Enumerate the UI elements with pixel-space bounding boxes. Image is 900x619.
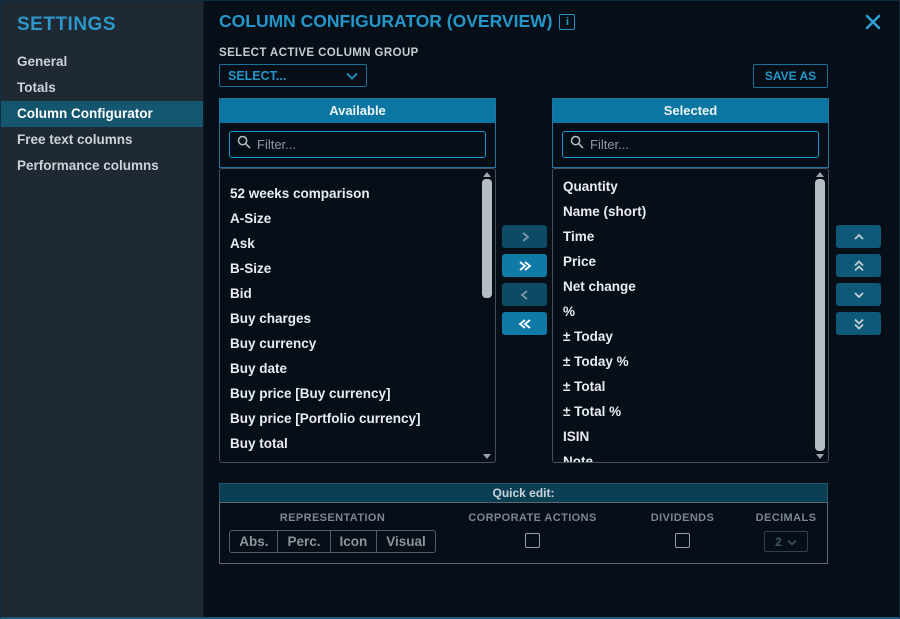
sidebar-item-performance-columns[interactable]: Performance columns bbox=[1, 153, 203, 179]
representation-label: REPRESENTATION bbox=[280, 512, 385, 524]
decimals-label: DECIMALS bbox=[756, 512, 817, 524]
list-item[interactable]: ± Today % bbox=[553, 349, 828, 374]
sidebar-item-totals[interactable]: Totals bbox=[1, 75, 203, 101]
available-panel-title: Available bbox=[220, 99, 495, 123]
move-down-button[interactable] bbox=[836, 283, 881, 306]
dividends-checkbox[interactable] bbox=[675, 533, 690, 548]
selected-filter-input[interactable] bbox=[590, 137, 811, 152]
reorder-buttons bbox=[836, 225, 881, 335]
chevron-down-icon bbox=[787, 535, 797, 549]
save-as-button[interactable]: SAVE AS bbox=[753, 64, 828, 88]
scroll-up-icon[interactable] bbox=[816, 172, 824, 177]
available-panel: Available 52 weeks comparison A-Size Ask… bbox=[219, 98, 496, 463]
corporate-actions-label: CORPORATE ACTIONS bbox=[468, 512, 596, 524]
corporate-actions-checkbox[interactable] bbox=[525, 533, 540, 548]
transfer-buttons bbox=[502, 225, 547, 335]
list-item[interactable]: Name (short) bbox=[553, 199, 828, 224]
quick-edit-title: Quick edit: bbox=[219, 483, 828, 502]
decimals-dropdown-value: 2 bbox=[775, 535, 782, 549]
move-right-button[interactable] bbox=[502, 225, 547, 248]
column-group-dropdown[interactable]: SELECT... bbox=[219, 64, 367, 87]
close-icon[interactable] bbox=[865, 14, 881, 30]
list-item[interactable]: Time bbox=[553, 224, 828, 249]
list-item[interactable]: ISIN bbox=[553, 424, 828, 449]
move-left-button[interactable] bbox=[502, 283, 547, 306]
list-item[interactable]: Buy currency bbox=[220, 331, 495, 356]
active-column-group-label: SELECT ACTIVE COLUMN GROUP bbox=[219, 47, 419, 59]
scrollbar-thumb[interactable] bbox=[815, 179, 825, 451]
info-icon[interactable]: i bbox=[559, 14, 575, 30]
list-item[interactable]: Buy date bbox=[220, 356, 495, 381]
representation-perc-button[interactable]: Perc. bbox=[277, 531, 329, 552]
scroll-down-icon[interactable] bbox=[816, 454, 824, 459]
list-item[interactable]: A-Size bbox=[220, 206, 495, 231]
move-up-button[interactable] bbox=[836, 225, 881, 248]
list-item[interactable]: Buy charges bbox=[220, 306, 495, 331]
list-item[interactable]: Ccy / Unit bbox=[220, 456, 495, 463]
list-item[interactable]: Ask bbox=[220, 231, 495, 256]
chevron-down-icon bbox=[346, 69, 358, 83]
list-item[interactable]: 52 weeks comparison bbox=[220, 181, 495, 206]
settings-sidebar: SETTINGS General Totals Column Configura… bbox=[1, 1, 203, 617]
list-item[interactable]: ± Today bbox=[553, 324, 828, 349]
selected-panel-title: Selected bbox=[553, 99, 828, 123]
scrollbar-thumb[interactable] bbox=[482, 179, 492, 298]
list-item[interactable]: Price bbox=[553, 249, 828, 274]
list-item[interactable]: B-Size bbox=[220, 256, 495, 281]
list-item[interactable]: Buy total bbox=[220, 431, 495, 456]
representation-segmented-control: Abs. Perc. Icon Visual bbox=[229, 530, 436, 553]
sidebar-item-free-text-columns[interactable]: Free text columns bbox=[1, 127, 203, 153]
move-bottom-button[interactable] bbox=[836, 312, 881, 335]
scroll-up-icon[interactable] bbox=[483, 172, 491, 177]
available-scrollbar[interactable] bbox=[481, 172, 493, 459]
scroll-down-icon[interactable] bbox=[483, 454, 491, 459]
representation-abs-button[interactable]: Abs. bbox=[230, 531, 277, 552]
search-icon bbox=[570, 135, 584, 154]
column-group-dropdown-value: SELECT... bbox=[228, 69, 286, 83]
sidebar-item-column-configurator[interactable]: Column Configurator bbox=[1, 101, 203, 127]
list-item[interactable]: ± Total bbox=[553, 374, 828, 399]
settings-dialog: SETTINGS General Totals Column Configura… bbox=[0, 0, 900, 619]
column-configurator-panel: COLUMN CONFIGURATOR (OVERVIEW) i SELECT … bbox=[203, 1, 899, 617]
list-item[interactable]: ± Total % bbox=[553, 399, 828, 424]
representation-icon-button[interactable]: Icon bbox=[330, 531, 377, 552]
list-item[interactable]: % bbox=[553, 299, 828, 324]
sidebar-title: SETTINGS bbox=[1, 1, 203, 49]
dividends-label: DIVIDENDS bbox=[651, 512, 715, 524]
search-icon bbox=[237, 135, 251, 154]
move-top-button[interactable] bbox=[836, 254, 881, 277]
sidebar-item-general[interactable]: General bbox=[1, 49, 203, 75]
page-title: COLUMN CONFIGURATOR (OVERVIEW) i bbox=[219, 11, 575, 32]
selected-list: Quantity Name (short) Time Price Net cha… bbox=[552, 168, 829, 463]
available-list: 52 weeks comparison A-Size Ask B-Size Bi… bbox=[219, 168, 496, 463]
list-item[interactable]: Bid bbox=[220, 281, 495, 306]
list-item[interactable]: Note bbox=[553, 449, 828, 463]
list-item[interactable]: Buy price [Portfolio currency] bbox=[220, 406, 495, 431]
move-all-right-button[interactable] bbox=[502, 254, 547, 277]
list-item[interactable]: Buy price [Buy currency] bbox=[220, 381, 495, 406]
list-item[interactable]: Net change bbox=[553, 274, 828, 299]
move-all-left-button[interactable] bbox=[502, 312, 547, 335]
selected-scrollbar[interactable] bbox=[814, 172, 826, 459]
available-filter-input[interactable] bbox=[257, 137, 478, 152]
quick-edit-section: Quick edit: REPRESENTATION Abs. Perc. Ic… bbox=[219, 483, 828, 564]
representation-visual-button[interactable]: Visual bbox=[376, 531, 435, 552]
decimals-dropdown[interactable]: 2 bbox=[764, 531, 808, 552]
list-item[interactable]: Quantity bbox=[553, 174, 828, 199]
selected-panel: Selected Quantity Name (short) Time Pric… bbox=[552, 98, 829, 463]
